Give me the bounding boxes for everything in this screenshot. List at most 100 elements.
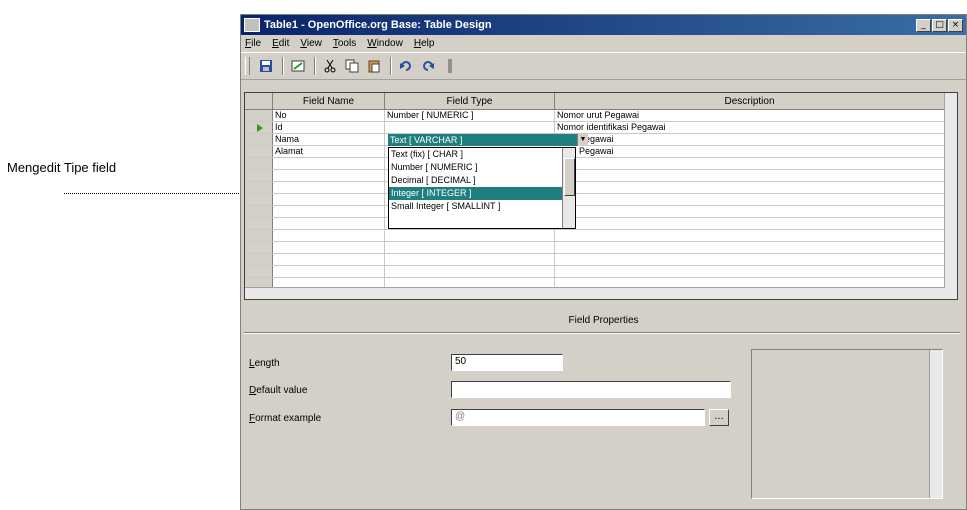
maximize-button[interactable]: □ — [932, 18, 947, 32]
default-value-input[interactable] — [451, 381, 731, 398]
paste-icon[interactable] — [364, 56, 384, 76]
menu-window[interactable]: Window — [367, 38, 403, 49]
field-type-cell[interactable] — [385, 242, 555, 253]
field-name-cell[interactable] — [273, 194, 385, 205]
redo-icon[interactable] — [418, 56, 438, 76]
field-name-cell[interactable]: Nama — [273, 134, 385, 145]
table-row[interactable]: Nama Pegawai — [245, 134, 957, 146]
save-icon[interactable] — [256, 56, 276, 76]
field-name-cell[interactable] — [273, 182, 385, 193]
table-row[interactable] — [245, 230, 957, 242]
dropdown-scroll-thumb[interactable] — [564, 158, 575, 196]
table-row[interactable] — [245, 242, 957, 254]
row-header[interactable] — [245, 206, 273, 217]
row-header[interactable] — [245, 158, 273, 169]
table-row[interactable] — [245, 218, 957, 230]
format-example-input[interactable]: @ — [451, 409, 705, 426]
table-row[interactable] — [245, 158, 957, 170]
grid-horizontal-scrollbar[interactable] — [245, 287, 945, 299]
table-row[interactable] — [245, 206, 957, 218]
dropdown-option[interactable]: Text (fix) [ CHAR ] — [389, 148, 575, 161]
field-name-cell[interactable] — [273, 218, 385, 229]
field-name-cell[interactable]: Alamat — [273, 146, 385, 157]
field-type-cell[interactable] — [385, 266, 555, 277]
description-cell[interactable] — [555, 158, 945, 169]
description-cell[interactable] — [555, 266, 945, 277]
app-icon — [244, 18, 260, 32]
format-button[interactable]: ... — [709, 409, 729, 426]
description-cell[interactable] — [555, 194, 945, 205]
table-row[interactable]: Id Nomor identifikasi Pegawai — [245, 122, 957, 134]
field-type-combobox[interactable]: Text [ VARCHAR ] ▼ — [388, 134, 588, 146]
table-row[interactable] — [245, 194, 957, 206]
field-type-cell[interactable] — [385, 230, 555, 241]
description-cell[interactable]: Pegawai — [555, 134, 945, 145]
table-row[interactable] — [245, 254, 957, 266]
field-name-cell[interactable] — [273, 242, 385, 253]
row-header[interactable] — [245, 134, 273, 145]
field-name-cell[interactable]: Id — [273, 122, 385, 133]
dropdown-option[interactable]: Number [ NUMERIC ] — [389, 161, 575, 174]
toolbar-grip[interactable] — [245, 57, 250, 75]
description-cell[interactable]: Nomor urut Pegawai — [555, 110, 945, 121]
row-header[interactable] — [245, 146, 273, 157]
field-name-cell[interactable] — [273, 266, 385, 277]
row-header[interactable] — [245, 170, 273, 181]
row-header-selected[interactable] — [245, 122, 273, 133]
table-row[interactable]: No Number [ NUMERIC ] Nomor urut Pegawai — [245, 110, 957, 122]
description-cell[interactable]: Nomor identifikasi Pegawai — [555, 122, 945, 133]
menu-tools[interactable]: Tools — [333, 38, 356, 49]
row-header[interactable] — [245, 218, 273, 229]
edit-icon[interactable] — [288, 56, 308, 76]
menu-help[interactable]: Help — [414, 38, 435, 49]
dropdown-scrollbar[interactable] — [562, 148, 575, 228]
field-name-cell[interactable] — [273, 158, 385, 169]
minimize-button[interactable]: _ — [916, 18, 931, 32]
row-header[interactable] — [245, 110, 273, 121]
cut-icon[interactable] — [320, 56, 340, 76]
length-input[interactable]: 50 — [451, 354, 563, 371]
description-cell[interactable] — [555, 230, 945, 241]
row-header[interactable] — [245, 266, 273, 277]
field-name-cell[interactable] — [273, 254, 385, 265]
primary-key-icon[interactable] — [440, 56, 460, 76]
row-header[interactable] — [245, 182, 273, 193]
description-cell[interactable] — [555, 170, 945, 181]
grid-vertical-scrollbar[interactable] — [944, 93, 957, 299]
field-name-cell[interactable] — [273, 206, 385, 217]
description-cell[interactable] — [555, 242, 945, 253]
column-header-field-type[interactable]: Field Type — [385, 93, 555, 109]
description-cell[interactable] — [555, 182, 945, 193]
menu-view[interactable]: View — [300, 38, 322, 49]
row-header[interactable] — [245, 230, 273, 241]
row-header[interactable] — [245, 242, 273, 253]
dropdown-option-selected[interactable]: Integer [ INTEGER ] — [389, 187, 575, 200]
copy-icon[interactable] — [342, 56, 362, 76]
menu-edit[interactable]: Edit — [272, 38, 289, 49]
column-header-field-name[interactable]: Field Name — [273, 93, 385, 109]
menu-file[interactable]: File — [245, 38, 261, 49]
field-name-cell[interactable] — [273, 170, 385, 181]
field-name-cell[interactable]: No — [273, 110, 385, 121]
row-header[interactable] — [245, 254, 273, 265]
chevron-down-icon[interactable]: ▼ — [577, 134, 588, 146]
description-cell[interactable] — [555, 206, 945, 217]
table-row[interactable] — [245, 182, 957, 194]
field-name-cell[interactable] — [273, 230, 385, 241]
column-header-description[interactable]: Description — [555, 93, 945, 109]
field-type-cell[interactable] — [385, 122, 555, 133]
dropdown-option[interactable]: Decimal [ DECIMAL ] — [389, 174, 575, 187]
dropdown-option[interactable]: Small Integer [ SMALLINT ] — [389, 200, 575, 213]
table-row[interactable]: Alamat Pegawai — [245, 146, 957, 158]
table-row[interactable] — [245, 266, 957, 278]
preview-scrollbar[interactable] — [929, 350, 942, 498]
row-header[interactable] — [245, 194, 273, 205]
field-type-cell[interactable]: Number [ NUMERIC ] — [385, 110, 555, 121]
table-row[interactable] — [245, 170, 957, 182]
undo-icon[interactable] — [396, 56, 416, 76]
description-cell[interactable]: Pegawai — [555, 146, 945, 157]
field-type-cell[interactable] — [385, 254, 555, 265]
description-cell[interactable] — [555, 218, 945, 229]
description-cell[interactable] — [555, 254, 945, 265]
close-button[interactable]: × — [948, 18, 963, 32]
